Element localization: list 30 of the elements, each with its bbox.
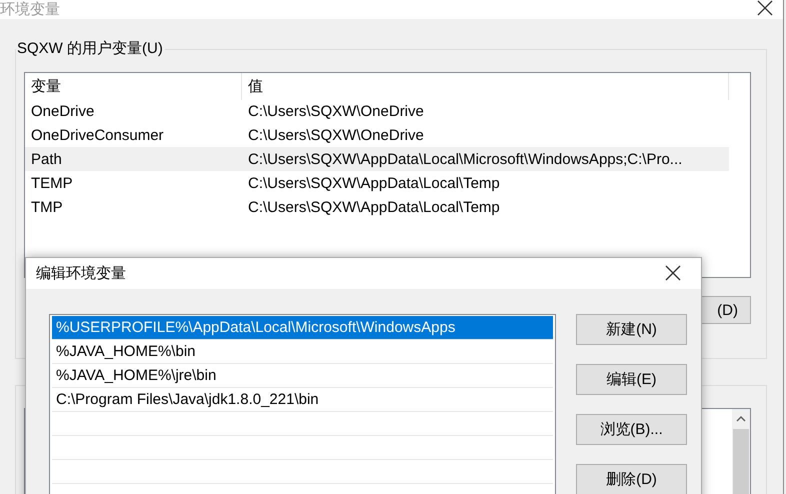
column-header[interactable]: 变量 (25, 73, 242, 100)
dialog-button[interactable]: 编辑(E) (576, 364, 687, 395)
path-entry[interactable]: %USERPROFILE%\AppData\Local\Microsoft\WindowsApps (52, 316, 553, 340)
group-label: SQXW 的用户变量(U) (16, 39, 165, 58)
dialog-button[interactable]: 浏览(B)... (576, 414, 687, 445)
close-button[interactable] (665, 264, 683, 282)
dialog-button[interactable]: 新建(N) (576, 314, 687, 345)
dialog-title: 编辑环境变量 (36, 264, 126, 283)
variable-name: TMP (30, 198, 64, 216)
variable-value: C:\Users\SQXW\OneDrive (247, 102, 425, 120)
variable-value: C:\Users\SQXW\OneDrive (247, 126, 425, 144)
close-button[interactable] (757, 0, 775, 18)
variable-name: Path (30, 150, 63, 168)
close-icon (757, 0, 773, 16)
table-row[interactable]: OneDriveConsumer C:\Users\SQXW\OneDrive (25, 123, 729, 147)
dialog-button[interactable]: 删除(D) (576, 464, 687, 494)
scrollbar[interactable] (732, 409, 750, 494)
variable-value: C:\Users\SQXW\AppData\Local\Temp (247, 174, 501, 192)
table-row[interactable]: OneDrive C:\Users\SQXW\OneDrive (25, 99, 729, 123)
table-row[interactable]: Path C:\Users\SQXW\AppData\Local\Microsoft\WindowsApps;C:\Pro... (25, 147, 729, 171)
table-row[interactable]: TEMP C:\Users\SQXW\AppData\Local\Temp (25, 171, 729, 195)
variable-name: OneDriveConsumer (30, 126, 165, 144)
variable-name: OneDrive (30, 102, 96, 120)
variable-value: C:\Users\SQXW\AppData\Local\Temp (247, 198, 501, 216)
close-icon (665, 264, 681, 280)
window-title: 环境变量 (0, 1, 60, 19)
column-header[interactable]: 值 (242, 73, 729, 100)
table-row[interactable]: TMP C:\Users\SQXW\AppData\Local\Temp (25, 195, 729, 219)
variable-value: C:\Users\SQXW\AppData\Local\Microsoft\WindowsApps;C:\Pro... (247, 150, 684, 168)
variable-name: TEMP (30, 174, 74, 192)
